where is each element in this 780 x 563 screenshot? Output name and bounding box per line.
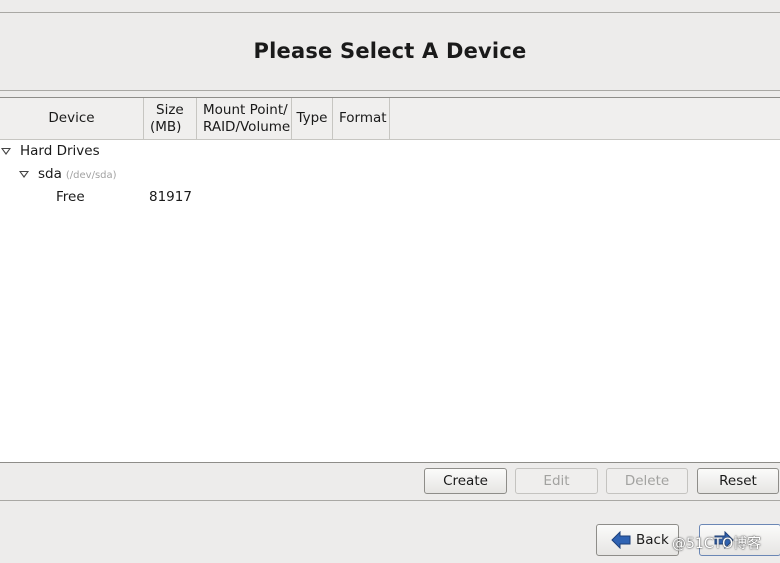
tree-row-sda[interactable]: sda (/dev/sda)	[0, 163, 780, 185]
page-title: Please Select A Device	[253, 39, 527, 63]
column-header-mount-point[interactable]: Mount Point/ RAID/Volume	[197, 98, 292, 139]
tree-row-label: Hard Drives	[20, 143, 100, 159]
header-divider	[0, 90, 780, 91]
back-label: Back	[636, 532, 669, 548]
tree-row-hard-drives[interactable]: Hard Drives	[0, 140, 780, 162]
page-header: Please Select A Device	[0, 13, 780, 89]
expander-down-icon[interactable]	[19, 171, 29, 178]
button-bar-divider	[0, 500, 780, 501]
device-tree[interactable]: Device Size (MB) Mount Point/ RAID/Volum…	[0, 97, 780, 463]
tree-row-label: Free	[56, 189, 85, 205]
column-header-format[interactable]: Format	[333, 98, 390, 139]
column-header-type[interactable]: Type	[292, 98, 333, 139]
expander-down-icon[interactable]	[1, 148, 11, 155]
edit-button[interactable]: Edit	[515, 468, 598, 494]
create-button[interactable]: Create	[424, 468, 507, 494]
column-header-row: Device Size (MB) Mount Point/ RAID/Volum…	[0, 98, 780, 140]
column-header-device[interactable]: Device	[0, 98, 144, 139]
disk-name: sda	[38, 166, 62, 182]
action-button-bar: Create Edit Delete Reset	[0, 462, 780, 500]
arrow-left-icon	[611, 531, 631, 549]
tree-row-size: 81917	[149, 189, 192, 205]
watermark: @51CTO博客	[672, 536, 762, 552]
back-button[interactable]: Back	[596, 524, 679, 556]
tree-row-label: sda (/dev/sda)	[38, 163, 117, 187]
delete-button[interactable]: Delete	[606, 468, 688, 494]
disk-path: (/dev/sda)	[65, 170, 117, 181]
tree-row-free[interactable]: Free 81917	[0, 186, 780, 208]
column-header-size[interactable]: Size (MB)	[144, 98, 197, 139]
reset-button[interactable]: Reset	[697, 468, 779, 494]
